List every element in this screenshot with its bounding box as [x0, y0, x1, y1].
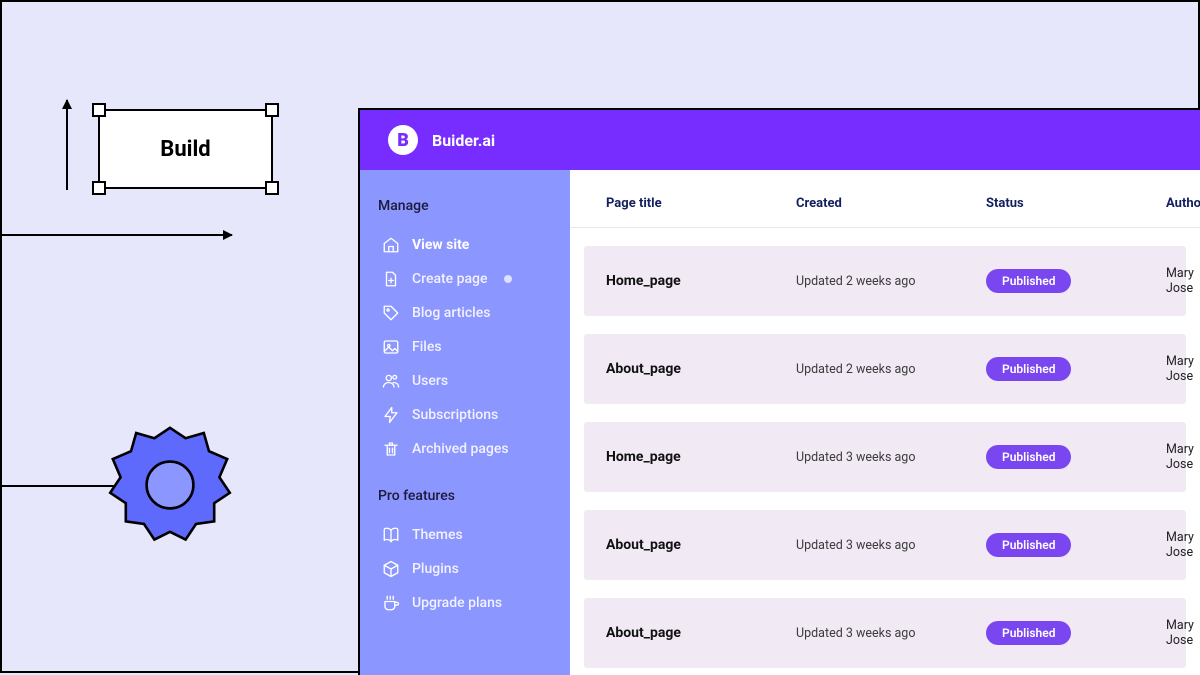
sidebar-item-label: Plugins: [412, 561, 459, 577]
arrow-up-icon: [66, 100, 68, 190]
notification-dot-icon: [504, 275, 512, 283]
resize-handle-bl-icon: [92, 181, 106, 195]
build-frame-label: Build: [160, 137, 210, 162]
sidebar-item-label: Themes: [412, 527, 463, 543]
file-plus-icon: [382, 270, 400, 288]
table-row[interactable]: About_page Updated 2 weeks ago Published…: [584, 334, 1186, 404]
sidebar-section-pro: Pro features: [378, 488, 552, 504]
cell-created: Updated 3 weeks ago: [796, 626, 986, 641]
sidebar-item-files[interactable]: Files: [378, 330, 552, 364]
sidebar-item-themes[interactable]: Themes: [378, 518, 552, 552]
col-created: Created: [796, 196, 986, 211]
titlebar: B Buider.ai: [360, 110, 1200, 170]
app-logo-icon: B: [388, 125, 418, 155]
table-rows: Home_page Updated 2 weeks ago Published …: [570, 228, 1200, 668]
sidebar-item-view-site[interactable]: View site: [378, 228, 552, 262]
arrow-right-icon: [2, 234, 232, 236]
app-name: Buider.ai: [432, 131, 495, 150]
col-status: Status: [986, 196, 1166, 211]
cell-author: Mary Jose: [1166, 618, 1194, 648]
cell-created: Updated 3 weeks ago: [796, 450, 986, 465]
status-badge: Published: [986, 269, 1071, 293]
sidebar-item-label: View site: [412, 237, 469, 253]
table-header: Page title Created Status Author: [570, 170, 1200, 228]
sidebar-item-subscriptions[interactable]: Subscriptions: [378, 398, 552, 432]
sidebar-item-blog-articles[interactable]: Blog articles: [378, 296, 552, 330]
table-row[interactable]: Home_page Updated 3 weeks ago Published …: [584, 422, 1186, 492]
image-icon: [382, 338, 400, 356]
table-row[interactable]: About_page Updated 3 weeks ago Published…: [584, 510, 1186, 580]
cell-created: Updated 3 weeks ago: [796, 538, 986, 553]
cell-page-title: About_page: [606, 537, 796, 553]
sidebar-item-archived-pages[interactable]: Archived pages: [378, 432, 552, 466]
cell-created: Updated 2 weeks ago: [796, 274, 986, 289]
cell-author: Mary Jose: [1166, 530, 1194, 560]
cell-author: Mary Jose: [1166, 266, 1194, 296]
col-author: Author: [1166, 196, 1200, 211]
col-page-title: Page title: [606, 196, 796, 211]
cell-page-title: Home_page: [606, 449, 796, 465]
sidebar-item-label: Subscriptions: [412, 407, 498, 423]
status-badge: Published: [986, 533, 1071, 557]
sidebar-item-upgrade-plans[interactable]: Upgrade plans: [378, 586, 552, 620]
sidebar-item-label: Users: [412, 373, 448, 389]
cell-page-title: About_page: [606, 625, 796, 641]
sidebar: Manage View site Create page Blog articl…: [360, 170, 570, 675]
sidebar-item-label: Create page: [412, 271, 488, 287]
status-badge: Published: [986, 357, 1071, 381]
resize-handle-br-icon: [265, 181, 279, 195]
build-frame: Build: [98, 109, 273, 189]
cell-author: Mary Jose: [1166, 354, 1194, 384]
cell-author: Mary Jose: [1166, 442, 1194, 472]
bolt-icon: [382, 406, 400, 424]
sidebar-item-plugins[interactable]: Plugins: [378, 552, 552, 586]
sidebar-item-label: Upgrade plans: [412, 595, 502, 611]
status-badge: Published: [986, 621, 1071, 645]
users-icon: [382, 372, 400, 390]
app-window: B Buider.ai Manage View site Create page…: [358, 108, 1200, 675]
table-row[interactable]: Home_page Updated 2 weeks ago Published …: [584, 246, 1186, 316]
table-row[interactable]: About_page Updated 3 weeks ago Published…: [584, 598, 1186, 668]
resize-handle-tl-icon: [92, 103, 106, 117]
coffee-icon: [382, 594, 400, 612]
cube-icon: [382, 560, 400, 578]
trash-icon: [382, 440, 400, 458]
sidebar-item-label: Files: [412, 339, 442, 355]
gear-icon: [105, 420, 235, 550]
sidebar-item-label: Blog articles: [412, 305, 490, 321]
sidebar-item-label: Archived pages: [412, 441, 509, 457]
cell-page-title: About_page: [606, 361, 796, 377]
cell-created: Updated 2 weeks ago: [796, 362, 986, 377]
book-icon: [382, 526, 400, 544]
sidebar-item-users[interactable]: Users: [378, 364, 552, 398]
main-content: Page title Created Status Author Home_pa…: [570, 170, 1200, 675]
home-icon: [382, 236, 400, 254]
tag-icon: [382, 304, 400, 322]
status-badge: Published: [986, 445, 1071, 469]
cell-page-title: Home_page: [606, 273, 796, 289]
resize-handle-tr-icon: [265, 103, 279, 117]
sidebar-section-manage: Manage: [378, 198, 552, 214]
sidebar-item-create-page[interactable]: Create page: [378, 262, 552, 296]
